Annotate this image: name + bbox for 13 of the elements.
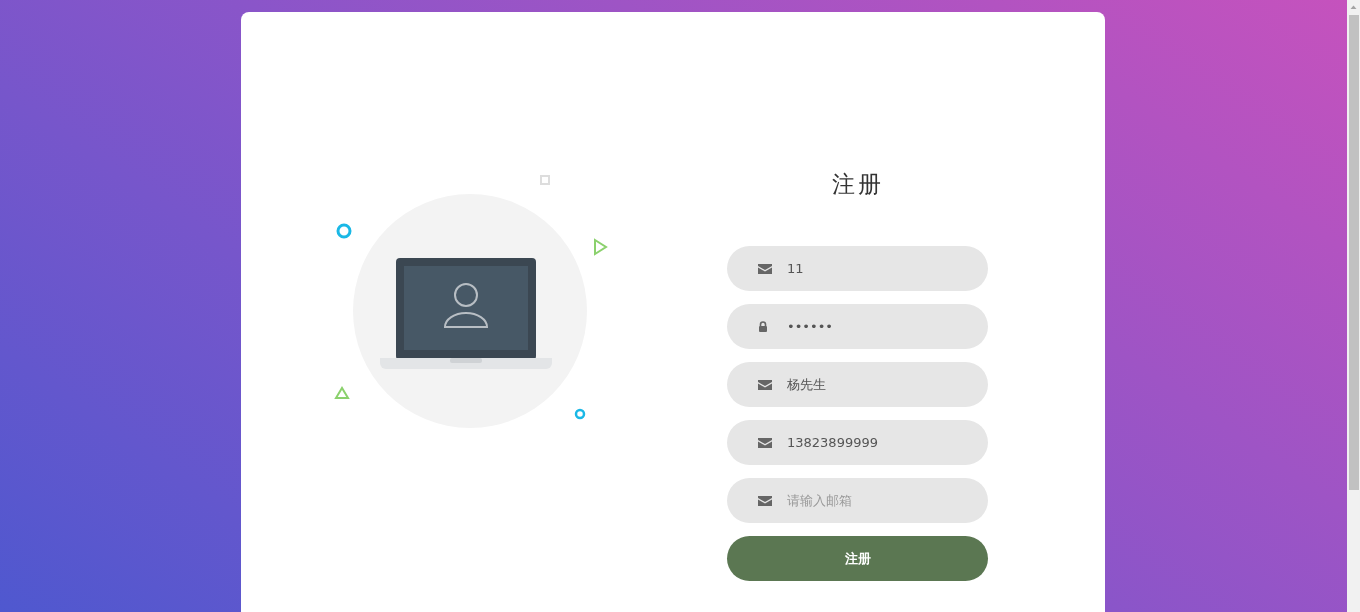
- input-field[interactable]: 11: [727, 246, 988, 291]
- mail-icon: [758, 495, 772, 506]
- mail-icon: [758, 263, 772, 274]
- mail-icon: [758, 437, 772, 448]
- input-field[interactable]: 13823899999: [727, 420, 988, 465]
- input-field[interactable]: 请输入邮箱: [727, 478, 988, 523]
- register-button[interactable]: 注册: [727, 536, 988, 581]
- scrollbar[interactable]: [1347, 0, 1360, 612]
- password-field[interactable]: ••••••: [727, 304, 988, 349]
- mail-icon: [758, 379, 772, 390]
- lock-icon: [758, 321, 768, 332]
- form-title: 注册: [830, 170, 885, 198]
- input-field[interactable]: 杨先生: [727, 362, 988, 407]
